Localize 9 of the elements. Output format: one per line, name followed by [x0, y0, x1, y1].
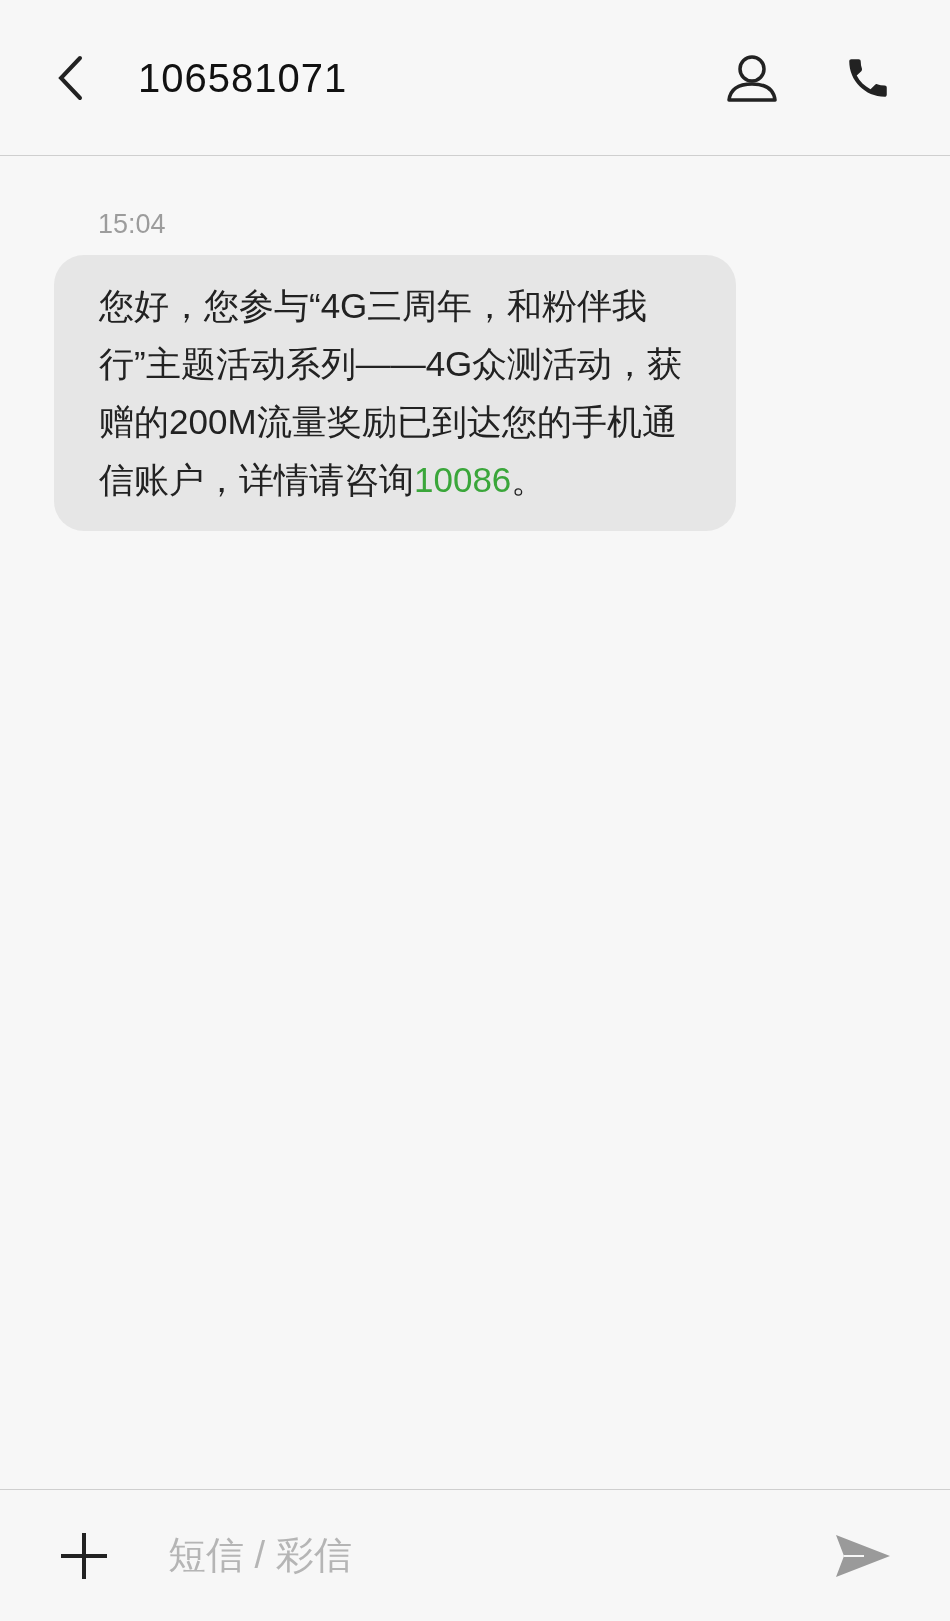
- message-text: 您好，您参与“4G三周年，和粉伴我行”主题活动系列——4G众测活动，获赠的200M流量奖励已到达您的手机通信账户，详情请咨询10086。: [99, 284, 684, 501]
- person-icon: [726, 53, 778, 102]
- message-time: 15:04: [98, 208, 167, 241]
- message-input[interactable]: 短信 / 彩信: [168, 1527, 816, 1584]
- back-icon: [56, 54, 84, 101]
- contact-number: 106581071: [138, 54, 348, 102]
- plus-icon: [59, 1530, 109, 1581]
- send-icon: [834, 1532, 892, 1579]
- phone-link[interactable]: 10086: [414, 459, 512, 499]
